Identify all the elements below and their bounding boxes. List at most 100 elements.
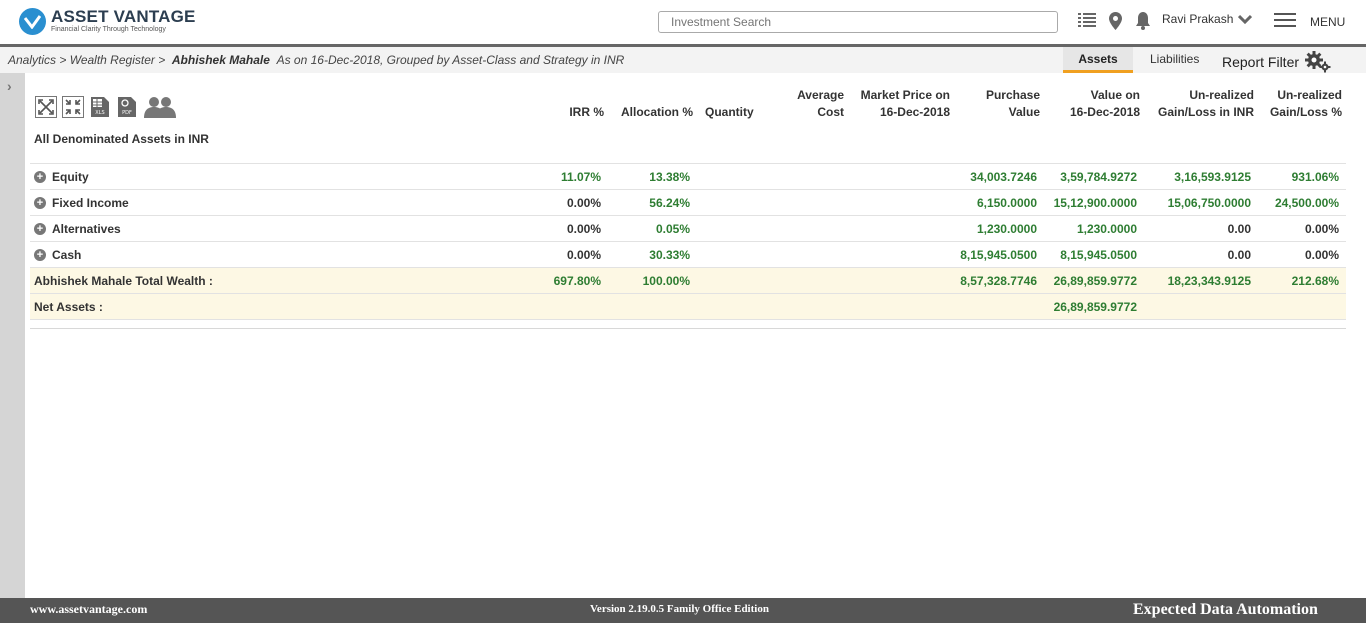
col-market-price-line1: Market Price on xyxy=(860,88,950,102)
row-label: Fixed Income xyxy=(52,196,129,210)
cell-allocation: 13.38% xyxy=(649,170,690,184)
brand-name: ASSET VANTAGE xyxy=(51,7,196,26)
footer-version: Version 2.19.0.5 Family Office Edition xyxy=(590,603,769,615)
col-unrealized-gain-pct-line2: Gain/Loss % xyxy=(1269,105,1342,119)
pdf-export-icon[interactable]: PDF xyxy=(116,96,138,118)
cell-unrealized-gain-pct: 24,500.00% xyxy=(1274,196,1339,210)
row-name[interactable]: + Fixed Income xyxy=(34,196,129,210)
row-name[interactable]: + Equity xyxy=(34,170,89,184)
cell-purchase-value: 1,230.0000 xyxy=(976,222,1037,236)
chevron-right-icon[interactable]: › xyxy=(7,78,12,94)
col-quantity[interactable]: Quantity xyxy=(705,104,775,121)
cell-allocation: 56.24% xyxy=(649,196,690,210)
table-bottom-divider xyxy=(30,328,1346,329)
tab-assets[interactable]: Assets xyxy=(1063,47,1133,73)
main-menu-button[interactable]: MENU xyxy=(1274,13,1345,31)
col-average-cost[interactable]: Average Cost xyxy=(770,87,844,121)
net-assets-label: Net Assets : xyxy=(34,300,103,314)
cell-net-value: 26,89,859.9772 xyxy=(1053,300,1137,314)
total-label: Abhishek Mahale Total Wealth : xyxy=(34,274,213,288)
cell-unrealized-gain: 15,06,750.0000 xyxy=(1167,196,1251,210)
cell-unrealized-gain: 0.00 xyxy=(1227,248,1251,262)
table-row[interactable]: + Fixed Income 0.00% 56.24% 6,150.0000 15… xyxy=(30,190,1346,216)
col-unrealized-gain-inr-line1: Un-realized xyxy=(1189,88,1254,102)
menu-label: MENU xyxy=(1310,15,1346,29)
xls-export-icon[interactable]: XLS xyxy=(89,96,111,118)
cell-unrealized-gain-pct: 0.00% xyxy=(1304,248,1339,262)
col-average-cost-line2: Cost xyxy=(817,105,844,119)
cell-allocation: 0.05% xyxy=(655,222,690,236)
col-purchase-value[interactable]: Purchase Value xyxy=(960,87,1040,121)
chevron-down-icon xyxy=(1238,14,1253,24)
col-allocation[interactable]: Allocation % xyxy=(600,104,693,121)
breadcrumb-analytics[interactable]: Analytics xyxy=(8,53,56,67)
row-name[interactable]: + Cash xyxy=(34,248,81,262)
table-toolbar: XLS PDF xyxy=(35,96,177,118)
table-row[interactable]: + Equity 11.07% 13.38% 34,003.7246 3,59,7… xyxy=(30,164,1346,190)
cell-value-on: 3,59,784.9272 xyxy=(1060,170,1137,184)
row-name[interactable]: + Alternatives xyxy=(34,222,121,236)
brand-tagline: Financial Clarity Through Technology xyxy=(51,26,166,33)
cell-irr: 0.00% xyxy=(566,222,601,236)
col-market-price-line2: 16-Dec-2018 xyxy=(879,105,950,119)
cell-purchase-value: 8,15,945.0500 xyxy=(960,248,1037,262)
expand-plus-icon[interactable]: + xyxy=(34,197,46,209)
net-assets-row: Net Assets : 26,89,859.9772 xyxy=(30,294,1346,320)
cell-unrealized-gain: 3,16,593.9125 xyxy=(1174,170,1251,184)
logo-check-icon xyxy=(19,8,46,35)
group-users-icon[interactable] xyxy=(143,96,177,118)
cell-value-on: 15,12,900.0000 xyxy=(1053,196,1137,210)
expand-plus-icon[interactable]: + xyxy=(34,249,46,261)
cell-irr: 11.07% xyxy=(560,170,601,184)
footer-website-link[interactable]: www.assetvantage.com xyxy=(30,602,147,617)
col-market-price[interactable]: Market Price on 16-Dec-2018 xyxy=(850,87,950,121)
expand-plus-icon[interactable]: + xyxy=(34,171,46,183)
cell-value-on: 1,230.0000 xyxy=(1076,222,1137,236)
row-label: Alternatives xyxy=(52,222,121,236)
location-pin-icon[interactable] xyxy=(1109,12,1122,35)
col-unrealized-gain-pct[interactable]: Un-realized Gain/Loss % xyxy=(1262,87,1342,121)
brand-logo[interactable]: ASSET VANTAGE Financial Clarity Through … xyxy=(19,8,196,35)
list-icon[interactable] xyxy=(1078,12,1096,34)
svg-text:XLS: XLS xyxy=(95,110,104,116)
breadcrumb-wealth-register[interactable]: > Wealth Register > xyxy=(59,53,165,67)
cell-unrealized-gain: 0.00 xyxy=(1227,222,1251,236)
cell-unrealized-gain-pct: 931.06% xyxy=(1291,170,1339,184)
tab-liabilities[interactable]: Liabilities xyxy=(1150,52,1199,66)
col-irr[interactable]: IRR % xyxy=(540,104,604,121)
cell-purchase-value: 34,003.7246 xyxy=(970,170,1037,184)
col-unrealized-gain-inr[interactable]: Un-realized Gain/Loss in INR xyxy=(1145,87,1254,121)
footer: www.assetvantage.com Version 2.19.0.5 Fa… xyxy=(0,598,1366,623)
user-name: Ravi Prakash xyxy=(1162,12,1234,26)
collapse-icon[interactable] xyxy=(62,96,84,118)
col-value-on-line2: 16-Dec-2018 xyxy=(1069,105,1140,119)
cell-unrealized-gain: 18,23,343.9125 xyxy=(1167,274,1251,288)
breadcrumb-context: As on 16-Dec-2018, Grouped by Asset-Clas… xyxy=(276,53,625,67)
cell-purchase-value: 8,57,328.7746 xyxy=(960,274,1037,288)
table-row[interactable]: + Cash 0.00% 30.33% 8,15,945.0500 8,15,94… xyxy=(30,242,1346,268)
user-menu[interactable]: Ravi Prakash xyxy=(1162,12,1253,26)
row-label: Cash xyxy=(52,248,82,262)
breadcrumb-entity: Abhishek Mahale xyxy=(171,53,270,67)
cell-allocation: 100.00% xyxy=(642,274,690,288)
bell-icon[interactable] xyxy=(1135,12,1151,35)
breadcrumb: Analytics > Wealth Register > Abhishek M… xyxy=(8,53,624,67)
col-value-on-line1: Value on xyxy=(1090,88,1140,102)
report-filter-button[interactable]: Report Filter xyxy=(1222,51,1332,73)
investment-search-input[interactable] xyxy=(658,11,1058,33)
gears-icon xyxy=(1305,51,1331,73)
cell-purchase-value: 6,150.0000 xyxy=(976,196,1037,210)
expand-icon[interactable] xyxy=(35,96,57,118)
left-collapse-rail[interactable]: › xyxy=(0,73,25,598)
table-row[interactable]: + Alternatives 0.00% 0.05% 1,230.0000 1,2… xyxy=(30,216,1346,242)
expand-plus-icon[interactable]: + xyxy=(34,223,46,235)
cell-irr: 0.00% xyxy=(566,248,601,262)
report-filter-label: Report Filter xyxy=(1222,54,1300,70)
row-label: Equity xyxy=(52,170,89,184)
cell-allocation: 30.33% xyxy=(649,248,690,262)
col-value-on[interactable]: Value on 16-Dec-2018 xyxy=(1050,87,1140,121)
group-title: All Denominated Assets in INR xyxy=(34,132,209,146)
cell-irr: 697.80% xyxy=(553,274,601,288)
svg-text:PDF: PDF xyxy=(122,110,132,116)
cell-value-on: 26,89,859.9772 xyxy=(1053,274,1137,288)
